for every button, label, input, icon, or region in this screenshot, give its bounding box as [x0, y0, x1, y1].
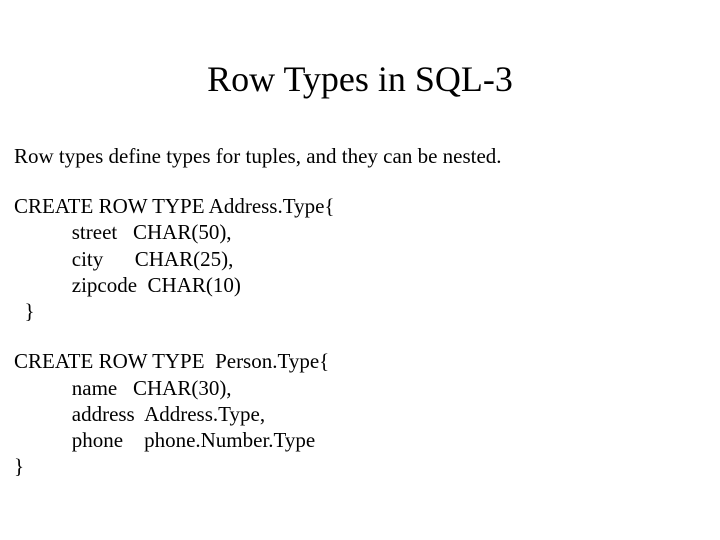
slide-subtitle: Row types define types for tuples, and t… [0, 100, 720, 169]
code-line: zipcode CHAR(10) [14, 273, 241, 297]
code-block-person-type: CREATE ROW TYPE Person.Type{ name CHAR(3… [0, 324, 720, 479]
code-line: CREATE ROW TYPE Address.Type{ [14, 194, 335, 218]
code-block-address-type: CREATE ROW TYPE Address.Type{ street CHA… [0, 169, 720, 324]
code-line: street CHAR(50), [14, 220, 232, 244]
slide: Row Types in SQL-3 Row types define type… [0, 0, 720, 540]
code-line: name CHAR(30), [14, 376, 232, 400]
code-line: phone phone.Number.Type [14, 428, 315, 452]
code-line: } [14, 299, 35, 323]
code-line: city CHAR(25), [14, 247, 233, 271]
code-line: } [14, 454, 24, 478]
code-line: CREATE ROW TYPE Person.Type{ [14, 349, 329, 373]
slide-title: Row Types in SQL-3 [0, 0, 720, 100]
code-line: address Address.Type, [14, 402, 265, 426]
